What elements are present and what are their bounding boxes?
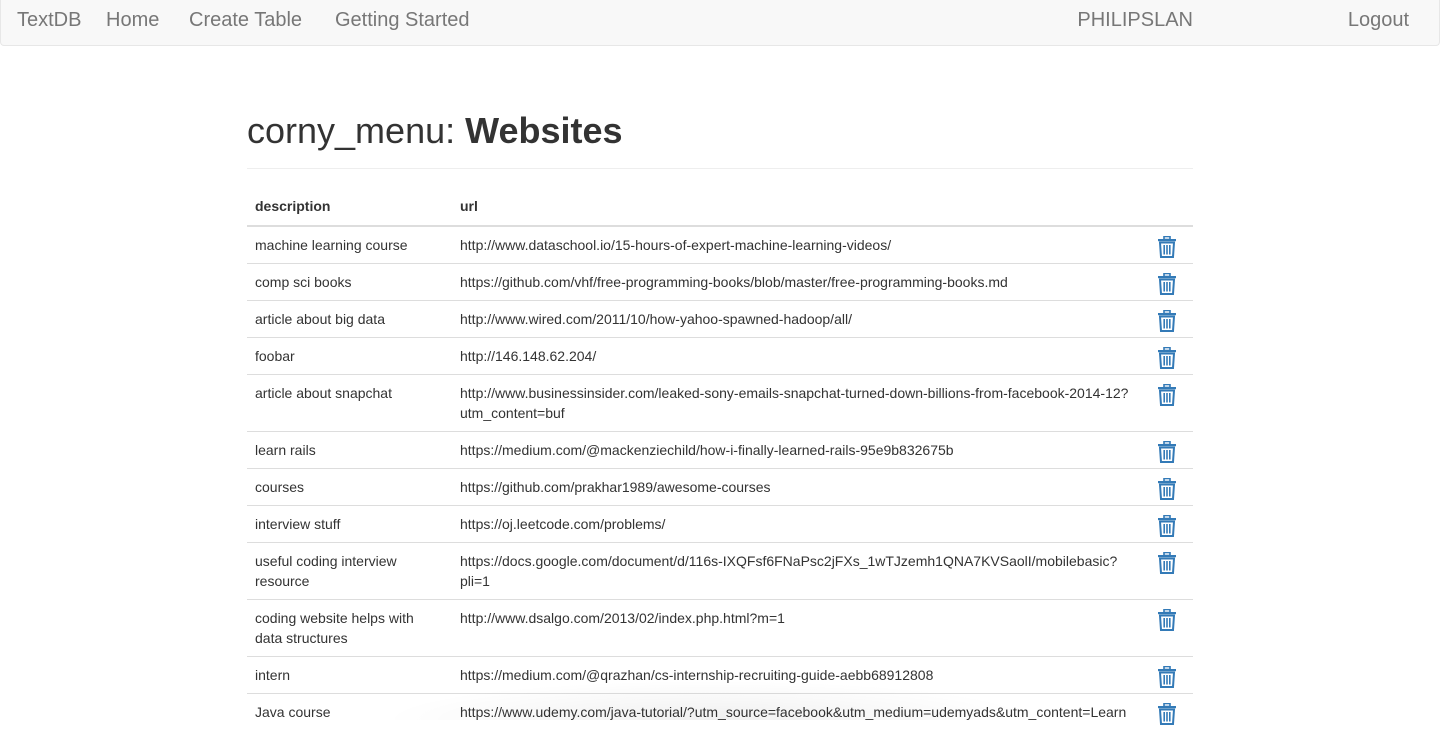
cell-delete [1141,600,1193,657]
trash-icon[interactable] [1157,666,1177,688]
cell-description: coding website helps with data structure… [247,600,452,657]
cell-delete [1141,694,1193,730]
column-header-description: description [247,187,452,226]
table-row: courseshttps://github.com/prakhar1989/aw… [247,469,1193,506]
trash-icon[interactable] [1157,236,1177,258]
cell-url: https://github.com/prakhar1989/awesome-c… [452,469,1141,506]
table-row: interview stuffhttps://oj.leetcode.com/p… [247,506,1193,543]
table-row: machine learning coursehttp://www.datasc… [247,226,1193,264]
cell-description: article about snapchat [247,375,452,432]
table-row: learn railshttps://medium.com/@mackenzie… [247,432,1193,469]
nav-getting-started-link[interactable]: Getting Started [335,9,470,32]
trash-icon[interactable] [1157,515,1177,537]
logout-link[interactable]: Logout [1348,9,1409,32]
cell-description: intern [247,657,452,694]
cell-description: learn rails [247,432,452,469]
cell-url: https://docs.google.com/document/d/116s-… [452,543,1141,600]
cell-delete [1141,264,1193,301]
table-header-row: description url [247,187,1193,226]
cell-delete [1141,469,1193,506]
trash-icon[interactable] [1157,310,1177,332]
cell-description: interview stuff [247,506,452,543]
cell-url: https://medium.com/@qrazhan/cs-internshi… [452,657,1141,694]
table-name: Websites [465,110,622,151]
table-row: comp sci bookshttps://github.com/vhf/fre… [247,264,1193,301]
page-title: corny_menu: Websites [247,110,623,152]
table-row: Java coursehttps://www.udemy.com/java-tu… [247,694,1193,730]
cell-url: http://www.businessinsider.com/leaked-so… [452,375,1141,432]
records-table: description url machine learning courseh… [247,187,1193,730]
cell-description: article about big data [247,301,452,338]
table-row: coding website helps with data structure… [247,600,1193,657]
nav-create-table-link[interactable]: Create Table [189,9,302,32]
cell-url: http://146.148.62.204/ [452,338,1141,375]
cell-delete [1141,301,1193,338]
cell-description: machine learning course [247,226,452,264]
table-row: article about snapchathttp://www.busines… [247,375,1193,432]
nav-home-link[interactable]: Home [106,9,159,32]
trash-icon[interactable] [1157,478,1177,500]
cell-url: http://www.dataschool.io/15-hours-of-exp… [452,226,1141,264]
cell-url: http://www.dsalgo.com/2013/02/index.php.… [452,600,1141,657]
nav-user-link[interactable]: PHILIPSLAN [1077,9,1193,32]
cell-description: Java course [247,694,452,730]
cell-url: http://www.wired.com/2011/10/how-yahoo-s… [452,301,1141,338]
cell-delete [1141,657,1193,694]
navbar: TextDB Home Create Table Getting Started… [0,0,1440,46]
cell-description: useful coding interview resource [247,543,452,600]
cell-description: foobar [247,338,452,375]
trash-icon[interactable] [1157,273,1177,295]
trash-icon[interactable] [1157,552,1177,574]
database-name: corny_menu: [247,110,455,151]
cell-delete [1141,543,1193,600]
trash-icon[interactable] [1157,384,1177,406]
cell-delete [1141,506,1193,543]
title-divider [247,168,1193,169]
cell-delete [1141,375,1193,432]
trash-icon[interactable] [1157,609,1177,631]
trash-icon[interactable] [1157,441,1177,463]
cell-delete [1141,432,1193,469]
table-row: foobarhttp://146.148.62.204/ [247,338,1193,375]
cell-delete [1141,226,1193,264]
cell-url: https://medium.com/@mackenziechild/how-i… [452,432,1141,469]
trash-icon[interactable] [1157,703,1177,725]
cell-url: https://oj.leetcode.com/problems/ [452,506,1141,543]
brand-link[interactable]: TextDB [17,9,81,32]
column-header-actions [1141,187,1193,226]
cell-url: https://www.udemy.com/java-tutorial/?utm… [452,694,1141,730]
column-header-url: url [452,187,1141,226]
cell-delete [1141,338,1193,375]
table-row: article about big datahttp://www.wired.c… [247,301,1193,338]
table-row: useful coding interview resourcehttps://… [247,543,1193,600]
trash-icon[interactable] [1157,347,1177,369]
cell-description: courses [247,469,452,506]
cell-description: comp sci books [247,264,452,301]
table-row: internhttps://medium.com/@qrazhan/cs-int… [247,657,1193,694]
cell-url: https://github.com/vhf/free-programming-… [452,264,1141,301]
